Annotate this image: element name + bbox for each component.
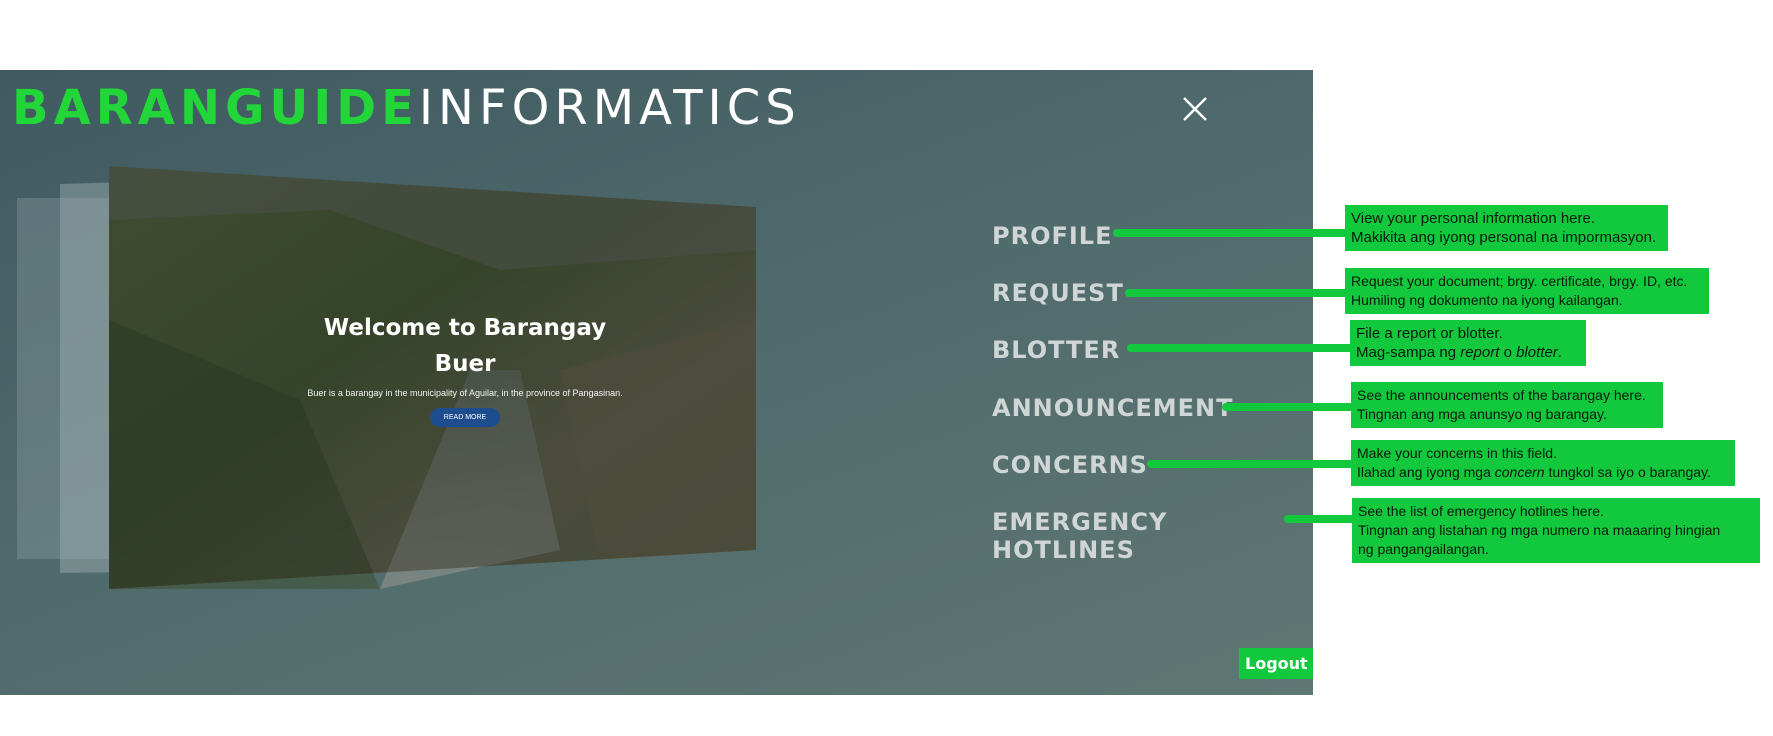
- menu-profile[interactable]: PROFILE: [992, 222, 1112, 250]
- note-request: Request your document; brgy. certificate…: [1345, 268, 1709, 314]
- hero-text: Welcome to Barangay Buer Buer is a baran…: [300, 310, 630, 427]
- note-announcement-line1: See the announcements of the barangay he…: [1357, 387, 1646, 403]
- close-icon[interactable]: [1180, 94, 1210, 124]
- app-panel: BARANGUIDEINFORMATICS Welcome to Baranga…: [0, 70, 1313, 695]
- note-concerns: Make your concerns in this field. Ilahad…: [1351, 440, 1735, 486]
- note-blotter-line1: File a report or blotter.: [1356, 325, 1503, 342]
- hero-title-line1: Welcome to Barangay: [323, 315, 607, 341]
- note-announcement: See the announcements of the barangay he…: [1351, 382, 1663, 428]
- note-profile-line1: View your personal information here.: [1351, 210, 1596, 227]
- menu-emergency-hotlines[interactable]: EMERGENCY HOTLINES: [992, 508, 1313, 564]
- hero-title: Welcome to Barangay Buer: [300, 310, 630, 382]
- note-emergency-line2: Tingnan ang listahan ng mga numero na ma…: [1358, 522, 1721, 538]
- read-more-button[interactable]: READ MORE: [429, 408, 501, 427]
- menu-blotter[interactable]: BLOTTER: [992, 336, 1120, 364]
- hero-subtitle: Buer is a barangay in the municipality o…: [307, 388, 623, 398]
- note-profile: View your personal information here. Mak…: [1345, 205, 1668, 251]
- note-emergency: See the list of emergency hotlines here.…: [1352, 498, 1760, 563]
- note-emergency-line1: See the list of emergency hotlines here.: [1358, 503, 1604, 519]
- connector-concerns: [1147, 460, 1355, 468]
- menu-announcement[interactable]: ANNOUNCEMENT: [992, 394, 1233, 422]
- connector-request: [1125, 289, 1349, 297]
- note-announcement-line2: Tingnan ang mga anunsyo ng barangay.: [1357, 406, 1607, 422]
- connector-announcement: [1222, 403, 1355, 411]
- note-request-line1: Request your document; brgy. certificate…: [1351, 273, 1688, 289]
- note-blotter-line2: Mag-sampa ng report o blotter.: [1356, 344, 1562, 361]
- note-emergency-line3: ng pangangailangan.: [1358, 541, 1489, 557]
- connector-emergency: [1284, 515, 1357, 523]
- hero-title-line2: Buer: [434, 351, 496, 377]
- connector-profile: [1113, 229, 1349, 237]
- note-request-line2: Humiling ng dokumento na iyong kailangan…: [1351, 292, 1623, 308]
- logout-button[interactable]: Logout: [1239, 648, 1313, 679]
- note-blotter: File a report or blotter. Mag-sampa ng r…: [1350, 320, 1586, 366]
- connector-blotter: [1127, 344, 1355, 352]
- note-concerns-line2: Ilahad ang iyong mga concern tungkol sa …: [1357, 464, 1711, 480]
- note-concerns-line1: Make your concerns in this field.: [1357, 445, 1557, 461]
- menu-concerns[interactable]: CONCERNS: [992, 451, 1148, 479]
- note-profile-line2: Makikita ang iyong personal na impormasy…: [1351, 229, 1657, 246]
- menu-request[interactable]: REQUEST: [992, 279, 1124, 307]
- preview-stack: Welcome to Barangay Buer Buer is a baran…: [0, 70, 780, 670]
